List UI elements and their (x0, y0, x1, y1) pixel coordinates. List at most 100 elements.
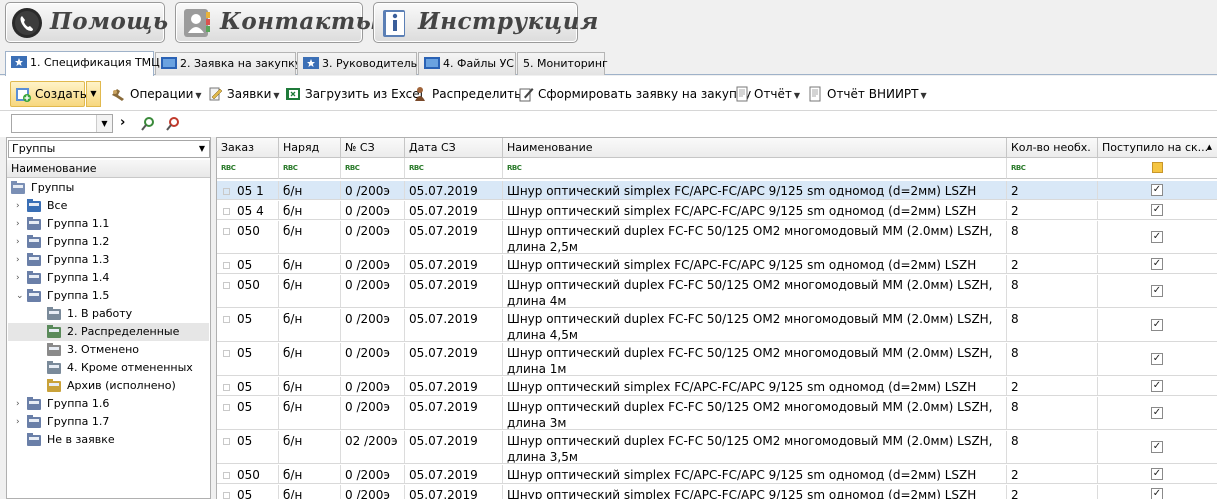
received-checkbox[interactable]: ✓ (1151, 204, 1163, 216)
table-row[interactable]: 05 4 б/н 0 /200э 05.07.2019 Шнур оптический … (217, 201, 1217, 220)
table-row[interactable]: 05 1 б/н 0 /200э 05.07.2019 Шнур оптический … (217, 181, 1217, 200)
tab-monitoring[interactable]: 5. Мониторинг (517, 52, 608, 75)
collapsed-arrow-icon[interactable]: › (16, 197, 26, 215)
search-refresh-icon[interactable] (140, 116, 156, 132)
col-received-filter[interactable] (1098, 158, 1217, 179)
document-stack-icon (47, 361, 61, 374)
cell-qty: 8 (1007, 343, 1098, 375)
table-row[interactable]: 050 б/н 0 /200э 05.07.2019 Шнур оптический d… (217, 275, 1217, 308)
table-row[interactable]: 050 б/н 0 /200э 05.07.2019 Шнур оптический d… (217, 221, 1217, 254)
col-sz-date-header[interactable]: Дата СЗ (405, 138, 503, 158)
chevron-down-icon[interactable]: ▼ (195, 141, 209, 157)
col-job-header[interactable]: Наряд (279, 138, 341, 158)
filter-combo[interactable]: ▼ (11, 114, 113, 133)
checkbox-filter-icon[interactable] (1152, 162, 1163, 173)
col-job-filter[interactable]: RBC (279, 158, 341, 179)
tab-manager[interactable]: 3. Руководитель (297, 52, 417, 75)
received-checkbox[interactable]: ✓ (1151, 380, 1163, 392)
tree-node[interactable]: 4. Кроме отмененных (8, 359, 209, 377)
cell-text: Шнур оптический simplex FC/APC-FC/APC 9/… (507, 258, 977, 272)
cell-job: б/н (279, 431, 341, 463)
cell-received: ✓ (1098, 431, 1217, 463)
received-checkbox[interactable]: ✓ (1151, 231, 1163, 243)
tree-node[interactable]: › Группа 1.7 (8, 413, 209, 431)
table-row[interactable]: 05 б/н 0 /200э 05.07.2019 Шнур оптический si… (217, 485, 1217, 499)
tree-node[interactable]: 3. Отменено (8, 341, 209, 359)
collapsed-arrow-icon[interactable]: › (16, 233, 26, 251)
cell-text: 05.07.2019 (409, 380, 478, 394)
received-checkbox[interactable]: ✓ (1151, 184, 1163, 196)
collapsed-arrow-icon[interactable]: › (16, 251, 26, 269)
col-order-header[interactable]: Заказ (217, 138, 279, 158)
received-checkbox[interactable]: ✓ (1151, 441, 1163, 453)
table-row[interactable]: 05 б/н 0 /200э 05.07.2019 Шнур оптический si… (217, 255, 1217, 274)
tree-node[interactable]: ⌄ Группа 1.5 (8, 287, 209, 305)
text-filter-icon: RBC (1011, 164, 1026, 172)
cell-text: 0 /200э (345, 488, 390, 499)
cell-text: б/н (283, 312, 303, 326)
col-qty-needed-header[interactable]: Кол-во необх. (1007, 138, 1098, 158)
table-row[interactable]: 05 б/н 0 /200э 05.07.2019 Шнур оптический si… (217, 377, 1217, 396)
instructions-button[interactable]: Инструкция (373, 2, 598, 43)
tab-files[interactable]: 4. Файлы УС (418, 52, 516, 75)
collapsed-arrow-icon[interactable]: › (16, 269, 26, 287)
groups-combo[interactable]: Группы ▼ (8, 140, 210, 158)
col-qty-needed-filter[interactable]: RBC (1007, 158, 1098, 179)
cell-text: 0 /200э (345, 184, 390, 198)
table-row[interactable]: 050 б/н 0 /200э 05.07.2019 Шнур оптический s… (217, 465, 1217, 484)
tab-specification[interactable]: 1. Спецификация ТМЦ (5, 51, 160, 76)
table-row[interactable]: 05 б/н 02 /200э 05.07.2019 Шнур оптический d… (217, 431, 1217, 464)
collapsed-arrow-icon[interactable]: › (16, 215, 26, 233)
col-received-header[interactable]: Поступило на ск... ▲ (1098, 138, 1217, 158)
tree-node[interactable]: 1. В работу (8, 305, 209, 323)
cell-sz: 0 /200э (341, 275, 405, 307)
search-clear-icon[interactable] (165, 116, 181, 132)
col-sz-number-filter[interactable]: RBC (341, 158, 405, 179)
tree-node[interactable]: › Группа 1.3 (8, 251, 209, 269)
help-button[interactable]: Помощь (5, 2, 168, 43)
tree-node[interactable]: Архив (исполнено) (8, 377, 209, 395)
col-name-filter[interactable]: RBC (503, 158, 1007, 179)
tree-node[interactable]: Не в заявке (8, 431, 209, 449)
create-dropdown-button[interactable]: ▼ (86, 81, 101, 107)
received-checkbox[interactable]: ✓ (1151, 319, 1163, 331)
table-row[interactable]: 05 б/н 0 /200э 05.07.2019 Шнур оптический du… (217, 397, 1217, 430)
table-row[interactable]: 05 б/н 0 /200э 05.07.2019 Шнур оптический du… (217, 309, 1217, 342)
tab-purchase-request[interactable]: 2. Заявка на закупку (155, 52, 301, 75)
create-button[interactable]: Создать (10, 81, 87, 107)
form-request-button[interactable]: Сформировать заявку на закупку (516, 83, 751, 105)
report-vniirt-menu[interactable]: Отчёт ВНИИРТ ▼ (805, 83, 927, 105)
chevron-right-icon[interactable]: › (120, 115, 125, 130)
contacts-button[interactable]: Контакты (175, 2, 379, 43)
tree-node[interactable]: › Группа 1.4 (8, 269, 209, 287)
tree-node[interactable]: › Все (8, 197, 209, 215)
tree-node[interactable]: › Группа 1.1 (8, 215, 209, 233)
load-excel-button[interactable]: Загрузить из Excel (283, 83, 423, 105)
operations-menu[interactable]: Операции ▼ (108, 83, 202, 105)
collapsed-arrow-icon[interactable]: › (16, 413, 26, 431)
received-checkbox[interactable]: ✓ (1151, 468, 1163, 480)
col-sz-date-filter[interactable]: RBC (405, 158, 503, 179)
received-checkbox[interactable]: ✓ (1151, 258, 1163, 270)
tree-node[interactable]: › Группа 1.6 (8, 395, 209, 413)
requests-menu[interactable]: Заявки ▼ (205, 83, 280, 105)
col-order-filter[interactable]: RBC (217, 158, 279, 179)
cell-date: 05.07.2019 (405, 397, 503, 429)
cell-qty: 2 (1007, 255, 1098, 273)
received-checkbox[interactable]: ✓ (1151, 488, 1163, 499)
distribute-button[interactable]: Распределить (410, 83, 521, 105)
column-header-label: Дата СЗ (409, 141, 456, 154)
tree-node[interactable]: Группы (8, 179, 209, 197)
received-checkbox[interactable]: ✓ (1151, 407, 1163, 419)
chevron-down-icon[interactable]: ▼ (96, 115, 112, 132)
collapsed-arrow-icon[interactable]: › (16, 395, 26, 413)
received-checkbox[interactable]: ✓ (1151, 285, 1163, 297)
report-menu[interactable]: Отчёт ▼ (732, 83, 800, 105)
received-checkbox[interactable]: ✓ (1151, 353, 1163, 365)
tree-node[interactable]: › Группа 1.2 (8, 233, 209, 251)
col-name-header[interactable]: Наименование (503, 138, 1007, 158)
table-row[interactable]: 05 б/н 0 /200э 05.07.2019 Шнур оптический du… (217, 343, 1217, 376)
expanded-arrow-icon[interactable]: ⌄ (16, 287, 26, 305)
col-sz-number-header[interactable]: № СЗ (341, 138, 405, 158)
tree-node[interactable]: 2. Распределенные (8, 323, 209, 341)
